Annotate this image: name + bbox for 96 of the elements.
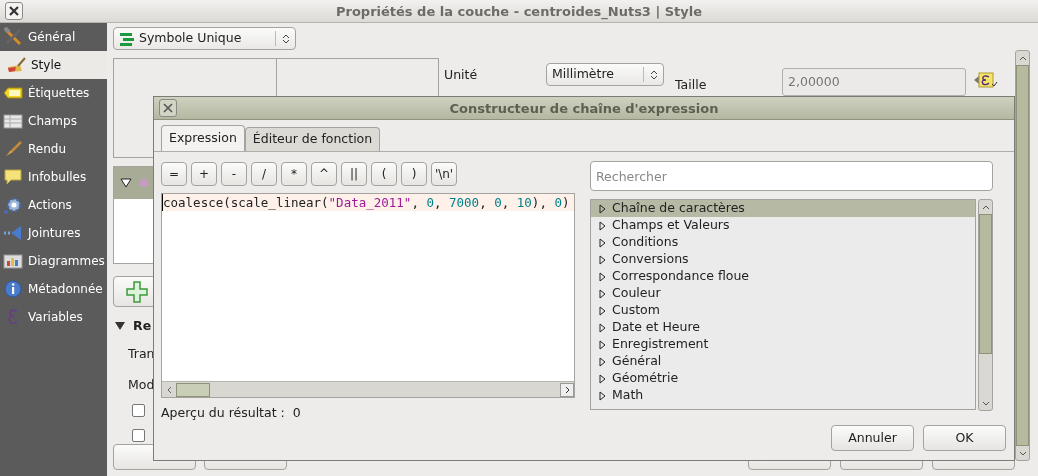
close-button[interactable] (5, 2, 23, 20)
table-icon (3, 111, 23, 131)
scroll-up-icon[interactable] (981, 204, 990, 210)
scroll-left-icon[interactable] (166, 385, 172, 394)
sidebar-item[interactable]: Général (0, 23, 107, 51)
expand-icon[interactable] (599, 305, 606, 316)
spinner-arrows-icon (281, 32, 290, 45)
list-item[interactable]: Général (591, 353, 975, 370)
scroll-down-icon[interactable] (1018, 450, 1027, 456)
expand-icon[interactable] (599, 339, 606, 350)
point-symbol-icon (140, 179, 148, 187)
operator-button[interactable]: - (221, 162, 247, 186)
list-item[interactable]: Conversions (591, 251, 975, 268)
close-icon (162, 102, 174, 114)
collapse-icon[interactable] (120, 178, 132, 188)
property-label: Mod (128, 376, 155, 392)
collapse-icon[interactable] (115, 322, 125, 331)
scroll-up-icon[interactable] (1018, 55, 1027, 61)
sidebar-item[interactable]: Métadonnée (0, 275, 107, 303)
scroll-thumb[interactable] (176, 382, 210, 397)
expression-editor[interactable]: coalesce(scale_linear("Data_2011", 0, 7000, 0, 10), 0) (161, 193, 575, 398)
unit-label: Unité (444, 66, 479, 84)
list-item[interactable]: Correspondance floue (591, 268, 975, 285)
tools-icon (3, 27, 23, 47)
list-item[interactable]: Conditions (591, 234, 975, 251)
gear-icon (3, 195, 23, 215)
operator-button[interactable]: + (191, 162, 217, 186)
expand-icon[interactable] (599, 254, 606, 265)
property-label: Tran (128, 345, 155, 361)
paintbrush-icon (6, 55, 26, 75)
window-title: Propriétés de la couche - centroides_Nuts3 | Style (335, 2, 703, 22)
expand-icon[interactable] (599, 220, 606, 231)
list-item[interactable]: Math (591, 387, 975, 404)
size-label: Taille (675, 76, 708, 94)
operator-button[interactable]: ^ (311, 162, 337, 186)
sidebar-item[interactable]: Diagrammes (0, 247, 107, 275)
sidebar-item[interactable]: Jointures (0, 219, 107, 247)
vertical-scrollbar[interactable] (1015, 50, 1030, 461)
size-field[interactable]: 2,00000 (782, 68, 966, 96)
operator-button[interactable]: = (161, 162, 187, 186)
unit-dropdown[interactable]: Millimètre (546, 63, 664, 86)
sidebar-item[interactable]: Étiquettes (0, 79, 107, 107)
operator-button[interactable]: * (281, 162, 307, 186)
tab[interactable]: Éditeur de fonction (244, 127, 381, 151)
horizontal-scrollbar[interactable] (162, 381, 574, 397)
expand-icon[interactable] (599, 356, 606, 367)
list-item[interactable]: Chaîne de caractères (591, 200, 975, 217)
sidebar-item[interactable]: Style (0, 51, 107, 79)
list-item[interactable]: Géométrie (591, 370, 975, 387)
expand-icon[interactable] (599, 322, 606, 333)
dialog-title: Constructeur de chaîne d'expression (449, 99, 719, 118)
checkbox[interactable] (132, 403, 145, 417)
operator-button[interactable]: ) (401, 162, 427, 186)
list-item[interactable]: Couleur (591, 285, 975, 302)
info-icon (3, 279, 23, 299)
sidebar-item[interactable]: Rendu (0, 135, 107, 163)
arrow-icon (3, 223, 23, 243)
preview-label: Aperçu du résultat : (161, 404, 285, 422)
expand-icon[interactable] (599, 271, 606, 282)
expand-icon[interactable] (599, 237, 606, 248)
dialog-button[interactable]: OK (923, 425, 1006, 451)
list-item[interactable]: Date et Heure (591, 319, 975, 336)
list-item[interactable]: Enregistrement (591, 336, 975, 353)
search-field[interactable]: Rechercher (590, 161, 993, 191)
renderer-icon (119, 30, 135, 47)
speech-bubble-icon (3, 167, 23, 187)
expand-icon[interactable] (599, 373, 606, 384)
operator-button[interactable]: ( (371, 162, 397, 186)
sidebar-item[interactable]: Champs (0, 107, 107, 135)
sidebar-item[interactable]: Actions (0, 191, 107, 219)
list-item[interactable]: Custom (591, 302, 975, 319)
expand-icon[interactable] (599, 203, 606, 214)
tab[interactable]: Expression (161, 125, 245, 151)
chart-icon (3, 251, 23, 271)
operator-button[interactable]: / (251, 162, 277, 186)
operator-button[interactable]: '\n' (431, 162, 457, 186)
expand-icon[interactable] (599, 390, 606, 401)
scroll-right-icon[interactable] (564, 385, 570, 394)
operator-button[interactable]: || (341, 162, 367, 186)
dialog-button[interactable]: Annuler (831, 425, 914, 451)
scroll-down-icon[interactable] (981, 400, 990, 406)
sidebar-item[interactable]: Variables (0, 303, 107, 331)
renderer-dropdown[interactable]: Symbole Unique (113, 27, 296, 50)
close-button[interactable] (159, 99, 177, 117)
list-item[interactable]: Champs et Valeurs (591, 217, 975, 234)
expression-button-icon[interactable] (973, 70, 999, 90)
brush-icon (3, 139, 23, 159)
expression-text: coalesce(scale_linear("Data_2011", 0, 7000, 0, 10), 0) (162, 194, 574, 211)
close-icon (8, 5, 20, 17)
spinner-arrows-icon (649, 68, 658, 81)
vertical-scrollbar[interactable] (978, 199, 993, 411)
preview-value: 0 (292, 404, 301, 422)
sidebar-item[interactable]: Infobulles (0, 163, 107, 191)
checkbox[interactable] (132, 428, 145, 442)
section-title: Re (133, 317, 152, 335)
expand-icon[interactable] (599, 288, 606, 299)
